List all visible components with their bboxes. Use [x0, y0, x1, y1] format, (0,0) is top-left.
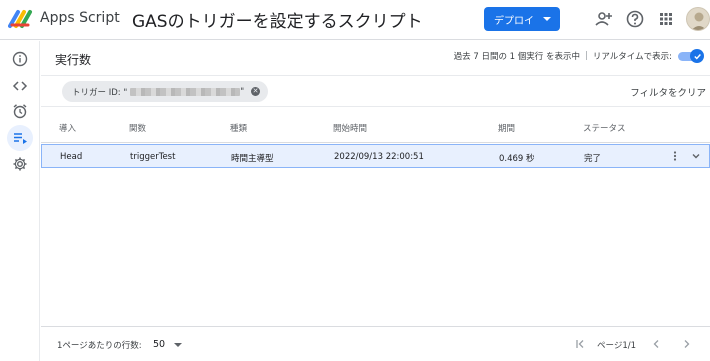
cell-duration: 0.469 秒 [499, 154, 535, 164]
chip-label: トリガー ID: " [72, 87, 128, 98]
settings-icon [13, 157, 27, 171]
next-page-icon[interactable] [681, 338, 693, 350]
close-icon[interactable]: ✕ [251, 87, 260, 96]
column-header-start-time[interactable]: 開始時間 [333, 122, 367, 134]
chevron-down-icon[interactable] [174, 343, 182, 347]
execution-count-text: 過去 7 日間の 1 個実行 を表示中 [453, 52, 580, 62]
project-title[interactable]: GASのトリガーを設定するスクリプト [132, 7, 423, 32]
clear-filter-button[interactable]: フィルタをクリア [630, 85, 706, 99]
rail-item-settings[interactable] [7, 151, 33, 177]
table-row[interactable]: Head triggerTest 時間主導型 2022/09/13 22:00:… [41, 144, 710, 168]
check-icon [693, 53, 701, 60]
first-page-icon[interactable] [574, 338, 586, 350]
column-header-function[interactable]: 関数 [129, 122, 146, 134]
rail-item-overview[interactable] [7, 46, 33, 72]
column-header-status[interactable]: ステータス [583, 122, 626, 134]
divider: | [585, 51, 588, 61]
person-add-icon[interactable] [594, 9, 614, 29]
help-icon[interactable] [625, 9, 645, 29]
top-app-bar: Apps Script GASのトリガーを設定するスクリプト デプロイ [0, 0, 710, 40]
apps-script-logo-icon[interactable] [8, 8, 34, 30]
realtime-toggle[interactable] [678, 49, 704, 63]
rail-item-executions[interactable] [7, 125, 33, 151]
rail-item-editor[interactable] [7, 73, 33, 99]
chip-label-tail: " [240, 86, 245, 97]
column-header-duration[interactable]: 期間 [498, 122, 515, 134]
redacted-trigger-id [130, 87, 241, 96]
previous-page-icon[interactable] [650, 338, 662, 350]
avatar-image-icon [691, 12, 707, 30]
rows-per-page-label: 1ページあたりの行数: [57, 341, 142, 351]
info-icon [12, 51, 28, 67]
executions-icon [14, 133, 27, 144]
cell-type: 時間主導型 [231, 154, 274, 164]
deploy-button[interactable]: デプロイ [484, 7, 560, 31]
rows-per-page-select[interactable]: 50 [153, 339, 165, 350]
cell-function: triggerTest [130, 152, 176, 162]
table-footer: 1ページあたりの行数: 50 ページ1/1 [41, 326, 710, 361]
cell-status: 完了 [584, 154, 602, 164]
cell-deployment: Head [60, 152, 83, 162]
trigger-id-filter-chip[interactable]: トリガー ID: " " ✕ [62, 81, 268, 102]
executions-panel: 実行数 過去 7 日間の 1 個実行 を表示中 | リアルタイムで表示: トリガ… [41, 41, 710, 361]
page-indicator: ページ1/1 [597, 341, 637, 351]
deploy-button-label: デプロイ [494, 15, 534, 27]
cell-start-time: 2022/09/13 22:00:51 [334, 152, 424, 162]
account-avatar[interactable] [686, 7, 710, 31]
column-header-type[interactable]: 種類 [230, 122, 247, 134]
filter-bar: トリガー ID: " " ✕ フィルタをクリア [41, 75, 710, 107]
column-header-deployment[interactable]: 導入 [59, 122, 76, 134]
chevron-down-icon [543, 17, 551, 21]
alarm-icon [13, 104, 27, 119]
more-vert-icon[interactable] [669, 150, 681, 162]
table-header: 導入 関数 種類 開始時間 期間 ステータス [41, 109, 710, 143]
page-title: 実行数 [55, 53, 92, 67]
toggle-knob [690, 49, 704, 63]
code-icon [12, 81, 28, 91]
left-nav-rail [0, 41, 40, 361]
realtime-label: リアルタイムで表示: [592, 52, 672, 62]
chevron-down-icon[interactable] [690, 150, 702, 162]
apps-grid-icon[interactable] [656, 9, 676, 29]
app-name[interactable]: Apps Script [40, 10, 120, 26]
realtime-control: 過去 7 日間の 1 個実行 を表示中 | リアルタイムで表示: [454, 49, 704, 63]
rail-item-triggers[interactable] [7, 98, 33, 124]
